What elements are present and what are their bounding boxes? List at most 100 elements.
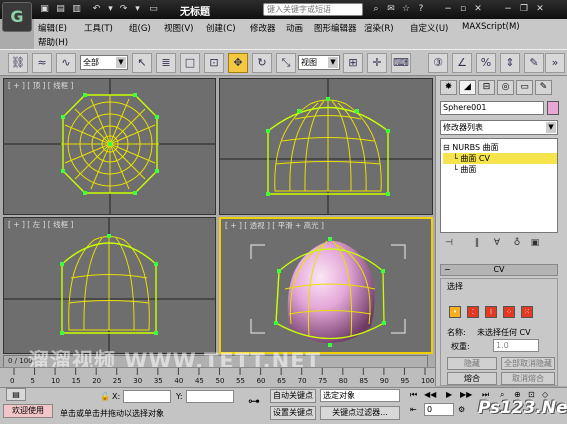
- communication-center-icon[interactable]: ✉: [385, 3, 397, 15]
- app-close-icon[interactable]: ✕: [534, 3, 546, 15]
- window-crossing-icon[interactable]: ⊡: [204, 53, 224, 73]
- hide-button[interactable]: 隐藏: [447, 357, 497, 370]
- pivot-center-icon[interactable]: ⊞: [343, 53, 363, 73]
- viewport-left[interactable]: [ + ] [ 左 ] [ 线框 ]: [3, 217, 216, 354]
- undo-dropdown-icon[interactable]: ▾: [104, 3, 117, 15]
- select-and-scale-icon[interactable]: ⤡: [276, 53, 296, 73]
- previous-frame-icon[interactable]: ◀◀: [424, 390, 436, 399]
- key-icon[interactable]: ⊶: [248, 394, 260, 408]
- lock-selection-icon[interactable]: 🔓: [100, 392, 110, 401]
- search-input[interactable]: 键入关键字或短语: [263, 3, 363, 16]
- reference-coordinate-dropdown[interactable]: 视图 ▼: [298, 55, 340, 70]
- menu-create[interactable]: 创建(C): [206, 22, 236, 34]
- viewport-front[interactable]: [219, 78, 433, 215]
- hierarchy-tab-icon[interactable]: ⊟: [478, 80, 495, 95]
- restore-icon[interactable]: ▫: [457, 3, 469, 15]
- go-to-start-icon[interactable]: ⏮: [410, 390, 417, 400]
- key-filters-button[interactable]: 关键点过滤器...: [320, 406, 400, 420]
- weight-spinner[interactable]: 1.0: [493, 339, 539, 352]
- select-by-name-icon[interactable]: ≣: [156, 53, 176, 73]
- show-end-result-icon[interactable]: ‖: [470, 236, 484, 250]
- favorites-icon[interactable]: ☆: [400, 3, 412, 15]
- menu-edit[interactable]: 编辑(E): [38, 22, 67, 34]
- minimize-icon[interactable]: −: [442, 3, 454, 15]
- motion-tab-icon[interactable]: ◎: [497, 80, 514, 95]
- project-folder-icon[interactable]: ▭: [147, 3, 160, 15]
- all-cv-icon[interactable]: ⁙: [521, 306, 533, 318]
- bind-space-warp-icon[interactable]: ∿: [56, 53, 76, 73]
- open-file-icon[interactable]: ▤: [54, 3, 67, 15]
- y-coordinate-field[interactable]: [186, 390, 234, 403]
- next-frame-icon[interactable]: ▶▶: [460, 390, 472, 399]
- object-name-field[interactable]: Sphere001: [440, 101, 544, 115]
- menu-tools[interactable]: 工具(T): [84, 22, 113, 34]
- menu-animation[interactable]: 动画: [286, 22, 303, 34]
- redo-icon[interactable]: ↷: [117, 3, 130, 15]
- time-configuration-icon[interactable]: ⚙: [458, 405, 465, 414]
- search-icon[interactable]: ⌕: [370, 3, 382, 15]
- remove-modifier-icon[interactable]: ♁: [510, 236, 524, 250]
- create-tab-icon[interactable]: ✸: [440, 80, 457, 95]
- set-key-button[interactable]: 设置关键点: [270, 406, 316, 420]
- app-restore-icon[interactable]: ❐: [518, 3, 530, 15]
- cv-rollout-header[interactable]: − CV: [440, 264, 558, 276]
- make-unique-icon[interactable]: ∀: [490, 236, 504, 250]
- unfuse-button[interactable]: 取消熔合: [501, 372, 555, 385]
- single-cv-icon[interactable]: •: [449, 306, 461, 318]
- viewport-top[interactable]: [ + ] [ 顶 ] [ 线框 ]: [3, 78, 216, 215]
- selected-object-dropdown[interactable]: 选定对象: [320, 389, 400, 402]
- spinner-snap-icon[interactable]: ⇕: [500, 53, 520, 73]
- save-file-icon[interactable]: ▥: [70, 3, 83, 15]
- stack-item-nurbs-surface[interactable]: ⊟ NURBS 曲面: [443, 142, 557, 153]
- menu-rendering[interactable]: 渲染(R): [364, 22, 394, 34]
- display-tab-icon[interactable]: ▭: [516, 80, 533, 95]
- object-color-swatch[interactable]: [547, 101, 559, 115]
- modify-tab-icon[interactable]: ◢: [459, 80, 476, 95]
- select-and-rotate-icon[interactable]: ↻: [252, 53, 272, 73]
- auto-key-button[interactable]: 自动关键点: [270, 389, 316, 403]
- track-bar[interactable]: 0 5 10 15 20 25 30 35 40 45 50 55 60 65 70 75 80 85 90 95 10…: [0, 367, 435, 387]
- menu-maxscript[interactable]: MAXScript(M): [462, 22, 520, 32]
- maxscript-listener-icon[interactable]: ▤: [6, 388, 26, 401]
- stack-item-surface[interactable]: └ 曲面: [443, 164, 557, 175]
- play-icon[interactable]: ▶: [446, 390, 452, 399]
- menu-views[interactable]: 视图(V): [164, 22, 193, 34]
- menu-modifiers[interactable]: 修改器: [250, 22, 276, 34]
- rectangular-selection-icon[interactable]: □: [180, 53, 200, 73]
- viewport-perspective[interactable]: [ + ] [ 透视 ] [ 平滑 + 高光 ]: [219, 217, 433, 354]
- unhide-all-button[interactable]: 全部取消隐藏: [501, 357, 555, 370]
- toolbar-overflow-icon[interactable]: »: [545, 53, 565, 73]
- link-icon[interactable]: ⛓: [8, 53, 28, 73]
- column-cv-icon[interactable]: ⁞: [485, 306, 497, 318]
- configure-sets-icon[interactable]: ▣: [528, 236, 542, 250]
- fuse-button[interactable]: 熔合: [447, 372, 497, 385]
- keyboard-shortcut-icon[interactable]: ⌨: [391, 53, 411, 73]
- menu-group[interactable]: 组(G): [129, 22, 151, 34]
- row-column-cv-icon[interactable]: ⁘: [503, 306, 515, 318]
- snaps-toggle-icon[interactable]: ③: [428, 53, 448, 73]
- undo-icon[interactable]: ↶: [90, 3, 103, 15]
- row-cv-icon[interactable]: ⁚: [467, 306, 479, 318]
- pin-stack-icon[interactable]: ⊣: [442, 236, 456, 250]
- select-object-icon[interactable]: ↖: [132, 53, 152, 73]
- angle-snap-icon[interactable]: ∠: [452, 53, 472, 73]
- manipulate-icon[interactable]: ✛: [367, 53, 387, 73]
- selection-filter-dropdown[interactable]: 全部 ▼: [80, 55, 128, 70]
- app-minimize-icon[interactable]: −: [502, 3, 514, 15]
- close-icon[interactable]: ✕: [472, 3, 484, 15]
- help-icon[interactable]: ?: [415, 3, 427, 15]
- x-coordinate-field[interactable]: [123, 390, 171, 403]
- select-and-move-icon[interactable]: ✥: [228, 53, 248, 73]
- app-logo[interactable]: G: [2, 2, 32, 32]
- stack-item-surface-cv[interactable]: └ 曲面 CV: [443, 153, 557, 164]
- current-frame-field[interactable]: 0: [424, 403, 454, 416]
- menu-customize[interactable]: 自定义(U): [410, 22, 448, 34]
- modifier-list-dropdown[interactable]: 修改器列表 ▼: [440, 120, 558, 135]
- named-selection-icon[interactable]: ✎: [524, 53, 544, 73]
- percent-snap-icon[interactable]: %: [476, 53, 496, 73]
- menu-graph-editors[interactable]: 图形编辑器: [314, 22, 357, 34]
- key-mode-icon[interactable]: ⇤: [410, 405, 417, 414]
- redo-dropdown-icon[interactable]: ▾: [131, 3, 144, 15]
- unlink-icon[interactable]: ≈: [32, 53, 52, 73]
- new-file-icon[interactable]: ▣: [38, 3, 51, 15]
